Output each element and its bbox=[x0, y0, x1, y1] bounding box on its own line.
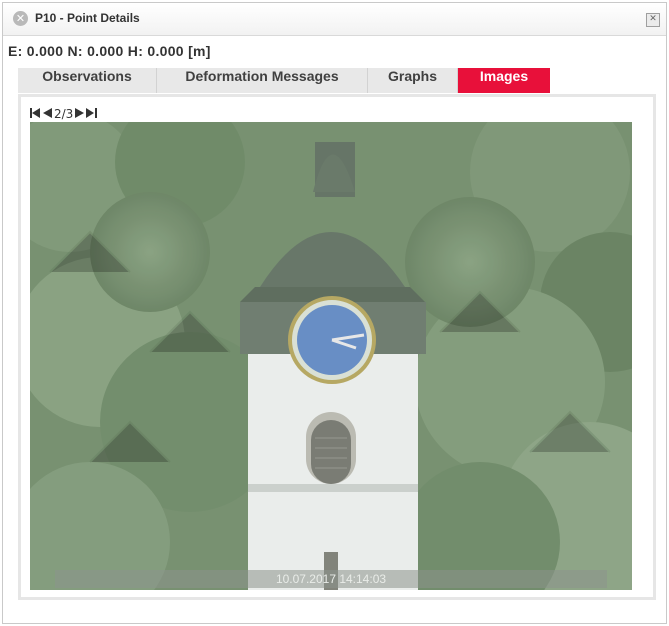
tab-observations[interactable]: Observations bbox=[18, 68, 157, 93]
photo-illustration bbox=[30, 122, 632, 590]
close-circle-icon[interactable]: ✕ bbox=[13, 11, 28, 26]
coordinates-label: E: 0.000 N: 0.000 H: 0.000 [m] bbox=[8, 43, 211, 59]
previous-icon[interactable] bbox=[43, 107, 52, 121]
image-timestamp: 10.07.2017 14:14:03 bbox=[55, 570, 607, 588]
tab-graphs[interactable]: Graphs bbox=[368, 68, 458, 93]
image-navigation: 2/3 bbox=[30, 107, 98, 121]
close-icon[interactable]: ✕ bbox=[646, 13, 660, 27]
next-icon[interactable] bbox=[75, 107, 85, 121]
clock-tower-photo: 10.07.2017 14:14:03 bbox=[30, 122, 632, 590]
first-page-icon[interactable] bbox=[30, 107, 41, 121]
last-page-icon[interactable] bbox=[86, 107, 98, 121]
tab-deformation-messages[interactable]: Deformation Messages bbox=[157, 68, 368, 93]
window-title: P10 - Point Details bbox=[35, 11, 140, 25]
tab-images[interactable]: Images bbox=[458, 68, 550, 93]
image-counter: 2/3 bbox=[54, 107, 74, 121]
title-bar[interactable]: ✕ P10 - Point Details ✕ bbox=[3, 3, 666, 36]
tab-bar: Observations Deformation Messages Graphs… bbox=[18, 68, 550, 94]
